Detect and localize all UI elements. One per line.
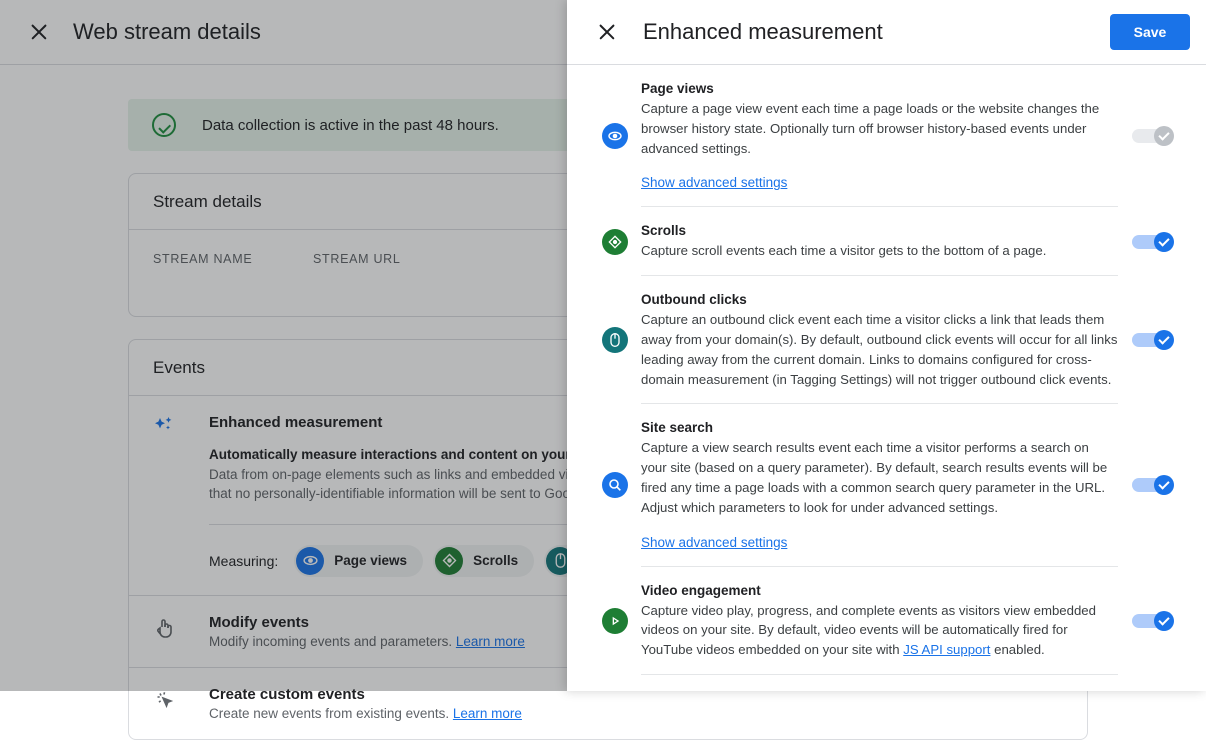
option-title: Site search [641, 420, 1118, 435]
option-toggle-col [1118, 475, 1190, 495]
toggle-page-views [1132, 126, 1176, 146]
toggle-knob [1154, 611, 1174, 631]
option-title: Video engagement [641, 583, 1118, 598]
toggle-scrolls[interactable] [1132, 232, 1176, 252]
option-title: Page views [641, 81, 1118, 96]
option-description: Capture a view search results event each… [641, 438, 1118, 517]
toggle-knob [1154, 330, 1174, 350]
toggle-knob [1154, 475, 1174, 495]
eye-icon [602, 123, 628, 149]
option-body: Scrolls Capture scroll events each time … [641, 207, 1118, 276]
option-icon-col [589, 123, 641, 149]
option-icon-col [589, 327, 641, 353]
toggle-video-engagement[interactable] [1132, 611, 1176, 631]
option-body: Outbound clicks Capture an outbound clic… [641, 276, 1118, 404]
panel-header: Enhanced measurement Save [567, 0, 1206, 65]
close-icon[interactable] [595, 20, 619, 44]
option-description: Capture scroll events each time a visito… [641, 241, 1118, 261]
option-scrolls[interactable]: Scrolls Capture scroll events each time … [567, 207, 1206, 276]
description-part-2: enabled. [990, 642, 1044, 657]
option-file-downloads[interactable]: File downloads Capture a file download e… [567, 675, 1206, 691]
option-description: Capture an outbound click event each tim… [641, 310, 1118, 389]
option-body: Site search Capture a view search result… [641, 404, 1118, 566]
mouse-icon [602, 327, 628, 353]
learn-more-link[interactable]: Learn more [453, 706, 522, 721]
toggle-knob [1154, 126, 1174, 146]
enhanced-measurement-panel: Enhanced measurement Save Page views Cap… [567, 0, 1206, 691]
toggle-knob [1154, 232, 1174, 252]
js-api-support-link[interactable]: JS API support [903, 642, 990, 657]
panel-title: Enhanced measurement [643, 19, 1110, 45]
option-site-search[interactable]: Site search Capture a view search result… [567, 404, 1206, 566]
option-icon-col [589, 229, 641, 255]
search-icon [602, 472, 628, 498]
option-title: Scrolls [641, 223, 1118, 238]
option-icon-col [589, 472, 641, 498]
options-list[interactable]: Page views Capture a page view event eac… [567, 65, 1206, 691]
show-advanced-settings-link[interactable]: Show advanced settings [641, 535, 787, 550]
option-title: Outbound clicks [641, 292, 1118, 307]
option-description: Capture a page view event each time a pa… [641, 99, 1118, 158]
option-toggle-col [1118, 330, 1190, 350]
option-toggle-col [1118, 126, 1190, 146]
option-outbound-clicks[interactable]: Outbound clicks Capture an outbound clic… [567, 276, 1206, 404]
option-video-engagement[interactable]: Video engagement Capture video play, pro… [567, 567, 1206, 675]
save-button[interactable]: Save [1110, 14, 1190, 50]
option-body: Page views Capture a page view event eac… [641, 65, 1118, 207]
show-advanced-settings-link[interactable]: Show advanced settings [641, 175, 787, 190]
option-toggle-col [1118, 232, 1190, 252]
toggle-outbound-clicks[interactable] [1132, 330, 1176, 350]
scroll-icon [602, 229, 628, 255]
option-body: File downloads Capture a file download e… [641, 675, 1118, 691]
option-page-views[interactable]: Page views Capture a page view event eac… [567, 65, 1206, 207]
option-toggle-col [1118, 611, 1190, 631]
create-custom-events-subtitle: Create new events from existing events. … [209, 706, 1063, 721]
option-body: Video engagement Capture video play, pro… [641, 567, 1118, 675]
play-icon [602, 608, 628, 634]
toggle-site-search[interactable] [1132, 475, 1176, 495]
option-description: Capture video play, progress, and comple… [641, 601, 1118, 660]
option-icon-col [589, 608, 641, 634]
